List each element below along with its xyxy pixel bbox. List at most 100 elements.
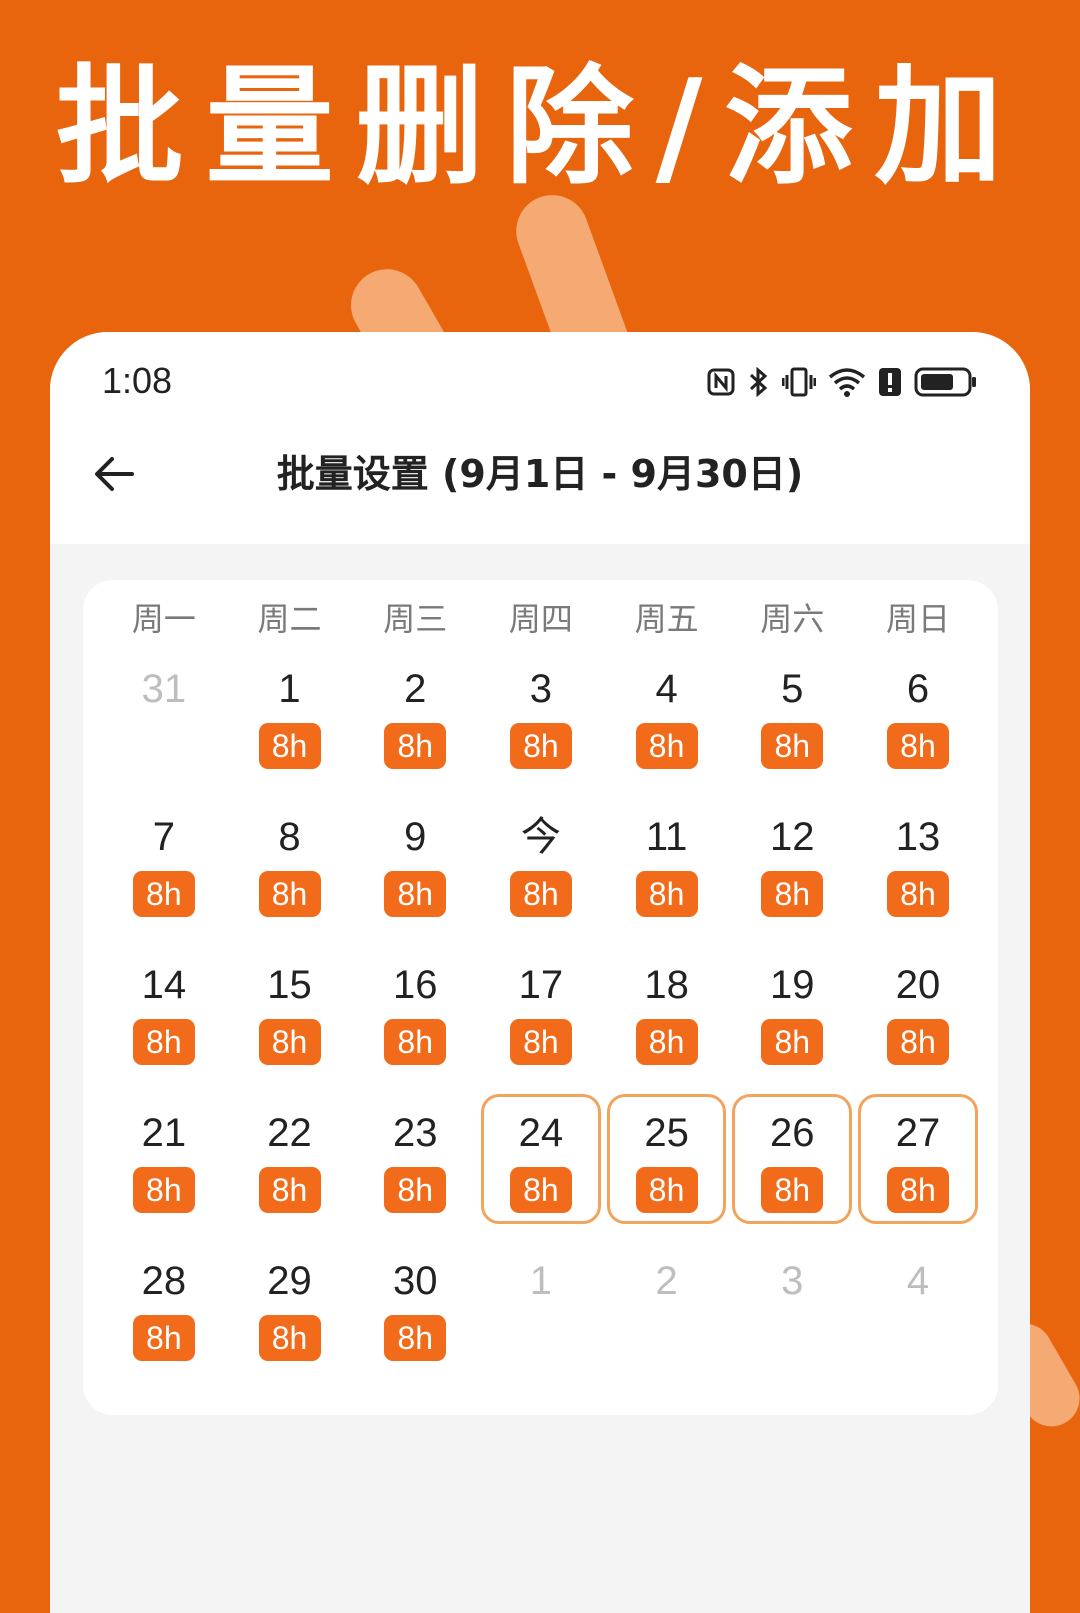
day-number: 1 xyxy=(278,667,301,711)
day-number: 14 xyxy=(141,963,187,1007)
calendar-day[interactable]: 8 8h xyxy=(230,798,350,928)
app-header: 1:08 批量设置 (9月1日 - 9月30日) xyxy=(50,332,1030,544)
back-button[interactable] xyxy=(84,444,144,504)
bluetooth-icon xyxy=(749,366,768,398)
calendar-day[interactable]: 30 8h xyxy=(355,1242,475,1372)
calendar-card: 周一 周二 周三 周四 周五 周六 周日 31 1 8h 2 8h 3 8h 4 8h 5 8h 6 8h 7 8h 8 8… xyxy=(83,580,998,1415)
day-number: 31 xyxy=(141,667,187,711)
day-number: 2 xyxy=(404,667,427,711)
calendar-day[interactable]: 18 8h xyxy=(607,946,727,1076)
day-number: 13 xyxy=(895,815,941,859)
vibrate-icon xyxy=(782,367,816,397)
calendar-day[interactable]: 3 xyxy=(732,1242,852,1372)
hours-badge: 8h xyxy=(886,1167,949,1213)
calendar-day[interactable]: 24 8h xyxy=(481,1094,601,1224)
calendar-day[interactable]: 2 xyxy=(607,1242,727,1372)
calendar-day[interactable]: 4 xyxy=(858,1242,978,1372)
hours-badge: 8h xyxy=(258,1315,321,1361)
calendar-day[interactable]: 7 8h xyxy=(104,798,224,928)
calendar-day[interactable]: 16 8h xyxy=(355,946,475,1076)
alert-icon xyxy=(879,368,901,396)
calendar-day[interactable]: 4 8h xyxy=(607,650,727,780)
weekday-label: 周一 xyxy=(131,600,196,638)
calendar-day[interactable]: 13 8h xyxy=(858,798,978,928)
day-number: 29 xyxy=(267,1259,312,1303)
hours-badge: 8h xyxy=(384,871,447,917)
hours-badge: 8h xyxy=(509,1167,572,1213)
weekday-header: 周一 周二 周三 周四 周五 周六 周日 xyxy=(101,594,981,644)
calendar-day[interactable]: 17 8h xyxy=(481,946,601,1076)
calendar-day[interactable]: 5 8h xyxy=(732,650,852,780)
calendar-day[interactable]: 27 8h xyxy=(858,1094,978,1224)
hours-badge: 8h xyxy=(761,871,824,917)
hours-badge: 8h xyxy=(509,871,572,917)
day-number: 15 xyxy=(267,963,312,1007)
calendar-day[interactable]: 15 8h xyxy=(230,946,350,1076)
hours-badge: 8h xyxy=(132,1019,195,1065)
calendar-day[interactable]: 9 8h xyxy=(355,798,475,928)
nfc-icon xyxy=(707,368,735,396)
day-number: 5 xyxy=(781,667,804,711)
promo-headline: 批量删除/添加 xyxy=(55,53,1025,202)
day-number: 28 xyxy=(141,1259,187,1303)
calendar-day[interactable]: 22 8h xyxy=(230,1094,350,1224)
calendar-day[interactable]: 31 xyxy=(104,650,224,780)
calendar-day[interactable]: 19 8h xyxy=(732,946,852,1076)
status-time: 1:08 xyxy=(102,360,173,401)
weekday-label: 周五 xyxy=(634,600,699,638)
day-number: 24 xyxy=(518,1111,564,1155)
day-number: 3 xyxy=(781,1259,804,1303)
calendar-day[interactable]: 21 8h xyxy=(104,1094,224,1224)
hours-badge: 8h xyxy=(384,1315,447,1361)
calendar-day[interactable]: 14 8h xyxy=(104,946,224,1076)
day-number: 6 xyxy=(906,667,930,711)
hours-badge: 8h xyxy=(132,1167,195,1213)
calendar-day[interactable]: 25 8h xyxy=(606,1094,727,1224)
hours-badge: 8h xyxy=(761,1019,824,1065)
day-number: 27 xyxy=(895,1111,941,1155)
calendar-grid: 31 1 8h 2 8h 3 8h 4 8h 5 8h 6 8h 7 8h 8 8h 9 8h 今 8h 11 8h 12 8h… xyxy=(101,650,981,1390)
weekday-label: 周二 xyxy=(257,600,322,638)
hours-badge: 8h xyxy=(886,723,949,769)
calendar-day[interactable]: 12 8h xyxy=(732,798,852,928)
calendar-day[interactable]: 29 8h xyxy=(230,1242,350,1372)
day-number: 19 xyxy=(770,963,815,1007)
calendar-day[interactable]: 2 8h xyxy=(355,650,475,780)
calendar-day[interactable]: 28 8h xyxy=(104,1242,224,1372)
calendar-day[interactable]: 1 xyxy=(481,1242,601,1372)
day-number: 16 xyxy=(392,963,438,1007)
calendar-day[interactable]: 26 8h xyxy=(732,1094,853,1224)
hours-badge: 8h xyxy=(886,1019,949,1065)
hours-badge: 8h xyxy=(761,723,824,769)
day-number: 4 xyxy=(655,667,678,711)
weekday-label: 周六 xyxy=(760,600,825,638)
day-number: 22 xyxy=(267,1111,312,1155)
day-number: 12 xyxy=(770,815,815,859)
day-number: 17 xyxy=(518,963,564,1007)
day-number: 7 xyxy=(152,815,175,859)
hours-badge: 8h xyxy=(258,1167,321,1213)
hours-badge: 8h xyxy=(132,1315,195,1361)
calendar-day[interactable]: 1 8h xyxy=(230,650,350,780)
calendar-day[interactable]: 今 8h xyxy=(481,798,601,928)
calendar-day[interactable]: 11 8h xyxy=(607,798,727,928)
weekday-label: 周三 xyxy=(383,600,448,638)
hours-badge: 8h xyxy=(635,1167,698,1213)
hours-badge: 8h xyxy=(384,1019,447,1065)
hours-badge: 8h xyxy=(635,1019,698,1065)
calendar-day[interactable]: 6 8h xyxy=(858,650,978,780)
calendar-day[interactable]: 20 8h xyxy=(858,946,978,1076)
battery-icon xyxy=(914,367,976,397)
hours-badge: 8h xyxy=(258,723,321,769)
day-number: 30 xyxy=(392,1259,438,1303)
day-number: 25 xyxy=(644,1111,689,1155)
wifi-icon xyxy=(828,368,866,397)
weekday-label: 周日 xyxy=(885,600,950,638)
hours-badge: 8h xyxy=(886,871,949,917)
day-number: 1 xyxy=(529,1259,553,1303)
day-number: 21 xyxy=(141,1111,187,1155)
hours-badge: 8h xyxy=(635,871,698,917)
calendar-day[interactable]: 3 8h xyxy=(481,650,601,780)
calendar-day[interactable]: 23 8h xyxy=(355,1094,475,1224)
day-number: 20 xyxy=(895,963,941,1007)
